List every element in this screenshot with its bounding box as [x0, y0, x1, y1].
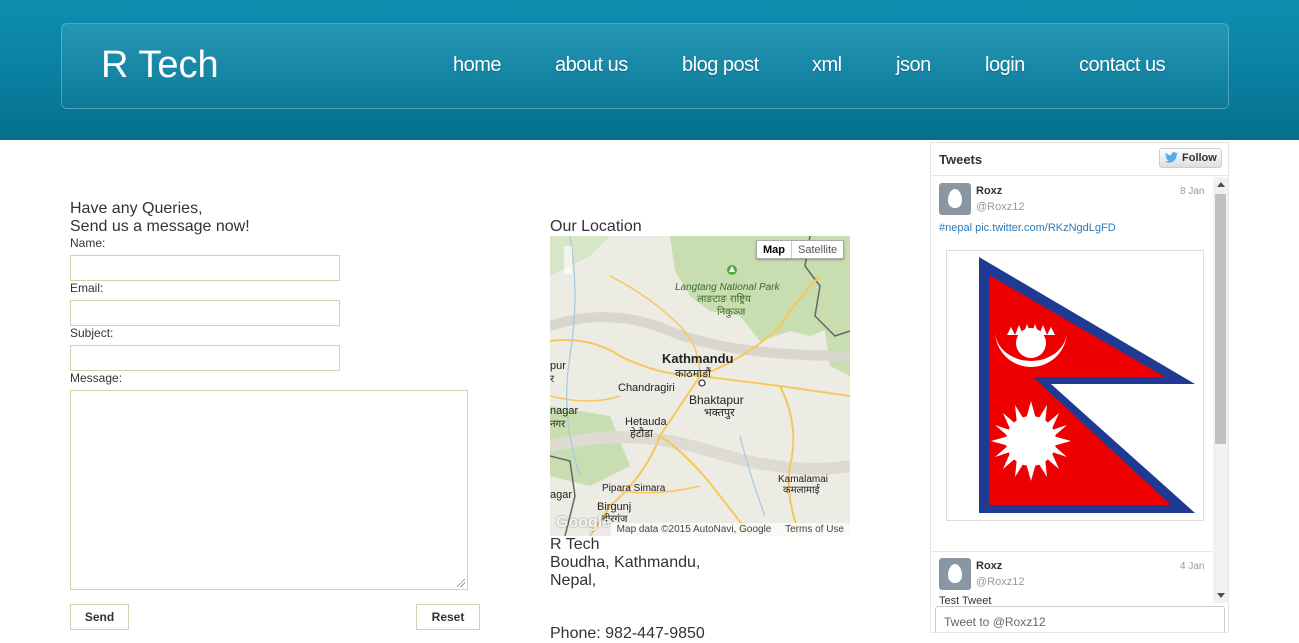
location-map[interactable]: Langtang National Park लाङटाङ राष्ट्रिय …: [550, 236, 850, 536]
nav-about-us[interactable]: about us: [555, 54, 628, 77]
nav-login[interactable]: login: [985, 54, 1025, 77]
nav-contact-us[interactable]: contact us: [1079, 54, 1166, 77]
name-label: Name:: [70, 236, 106, 250]
address-country: Nepal,: [550, 572, 597, 589]
reset-button[interactable]: Reset: [416, 604, 480, 630]
address-company: R Tech: [550, 536, 600, 553]
tweet-image[interactable]: [946, 250, 1204, 521]
svg-text:Kathmandu: Kathmandu: [662, 351, 734, 366]
svg-text:निकुञ्ज: निकुञ्ज: [717, 306, 746, 318]
nav-json[interactable]: json: [896, 54, 931, 77]
svg-text:काठमाडौं: काठमाडौं: [675, 367, 711, 380]
twitter-timeline-widget: Tweets Follow Roxz @Roxz12 8 Jan #nepal …: [930, 142, 1229, 633]
svg-text:नगर: नगर: [550, 419, 566, 430]
form-heading-line1: Have any Queries,: [70, 200, 203, 217]
form-heading-line2: Send us a message now!: [70, 218, 250, 235]
name-input[interactable]: [70, 255, 340, 281]
tweet-text[interactable]: #nepal pic.twitter.com/RKzNgdLgFD: [939, 222, 1116, 234]
tweet-compose-input[interactable]: Tweet to @Roxz12: [935, 606, 1225, 632]
svg-text:कमलामाई: कमलामाई: [783, 484, 821, 496]
twitter-widget-header: Tweets Follow: [931, 143, 1228, 176]
message-label: Message:: [70, 371, 123, 385]
svg-text:agar: agar: [550, 489, 572, 501]
follow-button[interactable]: Follow: [1159, 148, 1222, 168]
avatar[interactable]: [939, 183, 971, 215]
map-type-control: Map Satellite: [756, 240, 845, 259]
message-textarea[interactable]: [70, 390, 468, 590]
map-terrain: Langtang National Park लाङटाङ राष्ट्रिय …: [550, 236, 850, 536]
avatar[interactable]: [939, 558, 971, 590]
svg-text:लाङटाङ राष्ट्रिय: लाङटाङ राष्ट्रिय: [697, 293, 751, 305]
subject-label: Subject:: [70, 326, 114, 340]
egg-avatar-icon: [948, 564, 962, 583]
svg-text:Bhaktapur: Bhaktapur: [689, 393, 744, 407]
tweet-date[interactable]: 4 Jan: [1180, 561, 1204, 572]
resize-handle-icon[interactable]: [457, 579, 465, 587]
egg-avatar-icon: [948, 189, 962, 208]
navbar: R Tech home about us blog post xml json …: [61, 23, 1229, 109]
google-logo[interactable]: Google: [556, 514, 611, 532]
email-label: Email:: [70, 281, 104, 295]
scroll-up-icon[interactable]: [1217, 182, 1225, 187]
subject-input[interactable]: [70, 345, 340, 371]
svg-text:nagar: nagar: [550, 405, 578, 417]
brand-logo[interactable]: R Tech: [101, 44, 219, 87]
scrollbar-thumb[interactable]: [1215, 194, 1226, 444]
svg-text:हेटौडा: हेटौडा: [630, 427, 653, 440]
svg-text:Pipara Simara: Pipara Simara: [602, 483, 666, 494]
timeline-scrollbar[interactable]: [1213, 177, 1228, 603]
tweets-title: Tweets: [939, 152, 983, 167]
svg-text:भक्तपुर: भक्तपुर: [704, 406, 735, 419]
map-view-button[interactable]: Map: [757, 241, 792, 258]
nav-blog-post[interactable]: blog post: [682, 54, 759, 77]
tweet-author-name[interactable]: Roxz: [976, 560, 1002, 572]
location-heading: Our Location: [550, 218, 642, 235]
site-header: R Tech home about us blog post xml json …: [0, 0, 1299, 140]
svg-text:Chandragiri: Chandragiri: [618, 382, 675, 394]
map-terms-link[interactable]: Terms of Use: [785, 524, 844, 535]
nav-home[interactable]: home: [453, 54, 502, 77]
svg-text:Birgunj: Birgunj: [597, 501, 631, 513]
tweet-author-handle[interactable]: @Roxz12: [976, 201, 1024, 213]
follow-label: Follow: [1182, 152, 1217, 164]
tweet-author-name[interactable]: Roxz: [976, 185, 1002, 197]
email-input[interactable]: [70, 300, 340, 326]
svg-text:Langtang National Park: Langtang National Park: [675, 282, 781, 293]
svg-text:pur: pur: [550, 360, 566, 372]
tweet-author-handle[interactable]: @Roxz12: [976, 576, 1024, 588]
twitter-bird-icon: [1165, 152, 1178, 163]
send-button[interactable]: Send: [70, 604, 129, 630]
address-phone: Phone: 982-447-9850: [550, 625, 705, 642]
nav-xml[interactable]: xml: [812, 54, 842, 77]
address-street: Boudha, Kathmandu,: [550, 554, 701, 571]
satellite-view-button[interactable]: Satellite: [792, 241, 843, 258]
map-data-credit: Map data ©2015 AutoNavi, Google: [616, 524, 772, 535]
tweet-date[interactable]: 8 Jan: [1180, 186, 1204, 197]
scroll-down-icon[interactable]: [1217, 593, 1225, 598]
nepal-flag-image: [979, 257, 1195, 513]
tweet-divider: [931, 551, 1213, 552]
map-attribution: Map data ©2015 AutoNavi, Google Terms of…: [610, 523, 850, 536]
svg-text:Kamalamai: Kamalamai: [778, 474, 828, 485]
